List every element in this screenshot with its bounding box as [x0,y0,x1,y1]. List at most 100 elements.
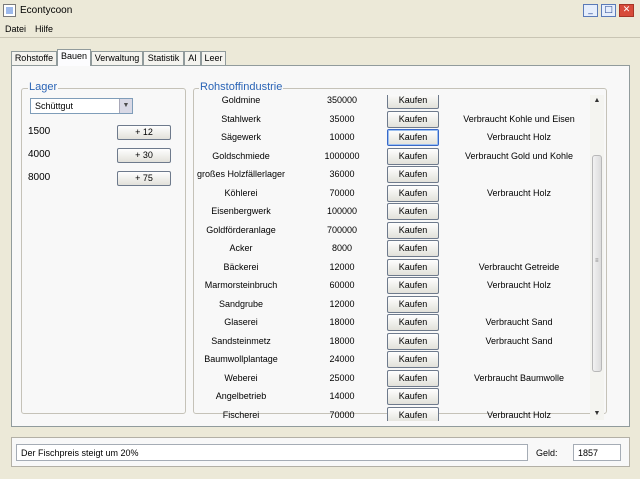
maximize-button[interactable]: □ [601,4,616,17]
kaufen-button[interactable]: Kaufen [387,406,439,421]
kaufen-button[interactable]: Kaufen [387,388,439,405]
building-name: Stahlwerk [221,113,261,124]
geld-value: 1857 [573,444,621,461]
kaufen-button[interactable]: Kaufen [387,351,439,368]
building-name: Weberei [224,372,258,383]
building-name: Angelbetrieb [215,391,267,401]
lager-type-select[interactable]: Schüttgut ▼ [30,98,133,114]
lager-add-button-1[interactable]: + 12 [117,125,171,140]
building-name: Goldschmiede [212,150,270,161]
kaufen-button[interactable]: Kaufen [387,110,439,128]
rohstoff-title: Rohstoffindustrie [199,81,284,93]
building-price: 10000 [329,132,355,142]
kaufen-button[interactable]: Kaufen [387,258,439,276]
building-info: Verbraucht Getreide [478,261,560,272]
list-item: Weberei 25000 Kaufen Verbraucht Baumwoll… [196,369,586,388]
building-price: 24000 [329,354,355,364]
kaufen-button[interactable]: Kaufen [387,314,439,331]
scroll-up-icon[interactable]: ▲ [590,95,604,107]
building-price: 12000 [329,298,355,309]
building-info: Verbraucht Gold und Kohle [464,150,574,161]
close-button[interactable]: ✕ [619,4,634,17]
title-bar: Econtycoon _ □ ✕ [0,0,640,23]
lager-capacity-3: 8000 [28,172,51,183]
building-price: 35000 [329,113,355,124]
tab-bauen[interactable]: Bauen [57,49,91,66]
building-info: Verbraucht Holz [486,187,552,198]
building-name: Sandgrube [218,298,264,309]
list-item: Stahlwerk 35000 Kaufen Verbraucht Kohle … [196,110,586,129]
list-item: Goldmine 350000 Kaufen [196,95,586,110]
building-name: Eisenbergwerk [211,206,271,216]
list-item: Eisenbergwerk 100000 Kaufen [196,203,586,221]
list-item: Goldförderanlage 700000 Kaufen [196,221,586,240]
building-price: 18000 [329,335,355,346]
building-name: Goldförderanlage [206,224,276,235]
kaufen-button[interactable]: Kaufen [387,166,439,183]
building-price: 12000 [329,261,355,272]
list-item: Angelbetrieb 14000 Kaufen [196,388,586,406]
scrollbar-thumb[interactable]: ≡ [592,155,602,372]
list-item: Bäckerei 12000 Kaufen Verbraucht Getreid… [196,258,586,277]
tab-leer[interactable]: Leer [201,51,226,66]
building-name: Goldmine [221,95,261,105]
tab-rohstoffe[interactable]: Rohstoffe [11,51,57,66]
kaufen-button[interactable]: Kaufen [387,95,439,109]
building-price: 25000 [329,372,355,383]
lager-capacity-2: 4000 [28,149,51,160]
geld-label: Geld: [536,448,558,458]
scroll-down-icon[interactable]: ▼ [590,408,604,420]
tab-ai[interactable]: AI [184,51,201,66]
minimize-button[interactable]: _ [583,4,598,17]
kaufen-button[interactable]: Kaufen [387,295,439,313]
list-item: Goldschmiede 1000000 Kaufen Verbraucht G… [196,147,586,166]
building-name: Fischerei [222,409,260,420]
list-item: Sägewerk 10000 Kaufen Verbraucht Holz [196,129,586,147]
chevron-down-icon[interactable]: ▼ [119,99,132,113]
list-item: Sandsteinmetz 18000 Kaufen Verbraucht Sa… [196,332,586,351]
kaufen-button[interactable]: Kaufen [387,240,439,257]
building-name: Marmorsteinbruch [204,280,278,290]
list-item: Köhlerei 70000 Kaufen Verbraucht Holz [196,184,586,203]
lager-add-button-3[interactable]: + 75 [117,171,171,186]
window-title: Econtycoon [20,5,73,16]
building-price: 70000 [329,409,355,420]
building-name: Glaserei [224,317,258,327]
list-item: großes Holzfällerlager 36000 Kaufen [196,166,586,184]
kaufen-button[interactable]: Kaufen [387,203,439,220]
kaufen-button[interactable]: Kaufen [387,221,439,239]
building-name: Acker [229,243,253,253]
building-price: 8000 [331,243,353,253]
building-name: Köhlerei [224,187,258,198]
kaufen-button[interactable]: Kaufen [387,147,439,165]
building-info: Verbraucht Holz [486,132,552,142]
menu-hilfe[interactable]: Hilfe [35,24,53,34]
lager-add-button-2[interactable]: + 30 [117,148,171,163]
menu-bar: Datei Hilfe [0,22,640,38]
building-price: 70000 [329,187,355,198]
list-item: Marmorsteinbruch 60000 Kaufen Verbraucht… [196,277,586,295]
building-info: Verbraucht Holz [486,280,552,290]
lager-type-value: Schüttgut [35,101,74,111]
tab-statistik[interactable]: Statistik [143,51,184,66]
building-price: 1000000 [324,150,360,161]
lager-title: Lager [28,81,59,93]
building-price: 14000 [329,391,355,401]
app-icon [3,4,16,17]
tab-verwaltung[interactable]: Verwaltung [91,51,143,66]
list-scrollbar[interactable]: ▲ ≡ ▼ [590,95,604,420]
menu-datei[interactable]: Datei [5,24,26,34]
list-item: Sandgrube 12000 Kaufen [196,295,586,314]
kaufen-button[interactable]: Kaufen [387,184,439,202]
lager-capacity-1: 1500 [28,126,51,137]
kaufen-button[interactable]: Kaufen [387,129,439,146]
building-price: 700000 [326,224,358,235]
kaufen-button[interactable]: Kaufen [387,369,439,387]
kaufen-button[interactable]: Kaufen [387,277,439,294]
building-name: Bäckerei [223,261,259,272]
kaufen-button[interactable]: Kaufen [387,332,439,350]
list-item: Fischerei 70000 Kaufen Verbraucht Holz [196,406,586,421]
building-name: großes Holzfällerlager [196,169,286,179]
building-price: 60000 [329,280,355,290]
grip-icon: ≡ [595,258,599,264]
